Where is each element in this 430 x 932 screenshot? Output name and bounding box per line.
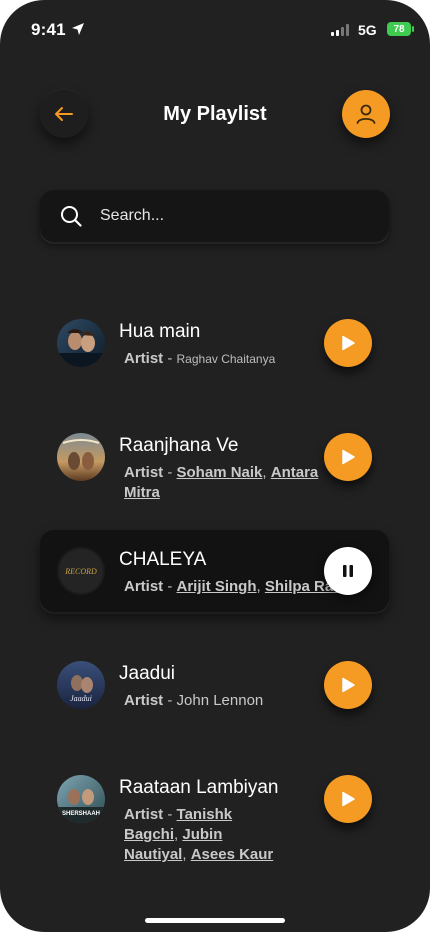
pause-icon xyxy=(343,565,353,577)
artist-link[interactable]: Nautiyal xyxy=(124,846,182,863)
artist-line: Artist - Tanishk Bagchi, Jubin Nautiyal, A… xyxy=(124,806,274,863)
play-icon xyxy=(342,335,355,351)
play-icon xyxy=(342,449,355,465)
album-cover xyxy=(57,319,105,367)
artist-link[interactable]: Antara xyxy=(271,464,319,481)
artist-link[interactable]: Arijit Singh xyxy=(177,578,257,595)
cover-text: SHERSHAAH xyxy=(62,811,100,817)
song-item-chaleya[interactable]: RECORD CHALEYA Artist - Arijit Singh, Sh… xyxy=(40,530,389,612)
artist-line: Artist - John Lennon xyxy=(124,692,264,709)
artist-label: Artist xyxy=(124,464,164,481)
artist-link[interactable]: Jubin xyxy=(182,826,222,843)
phone-screen: 9:41 5G 78 My Playlist Search... Hua mai… xyxy=(0,0,430,932)
search-input[interactable] xyxy=(98,206,352,226)
play-button[interactable] xyxy=(324,319,372,367)
user-icon xyxy=(356,104,376,124)
artist-link[interactable]: Mitra xyxy=(124,484,160,501)
status-time: 9:41 xyxy=(31,20,66,39)
song-item-hua-main[interactable]: Hua main Artist - Raghav Chaitanya xyxy=(40,302,389,384)
profile-button[interactable] xyxy=(342,90,390,138)
play-button[interactable] xyxy=(324,661,372,709)
artist-name: John Lennon xyxy=(176,692,264,709)
artist-label: Artist xyxy=(124,578,164,595)
status-bar: 9:41 5G 78 xyxy=(0,0,430,60)
song-title: Raataan Lambiyan xyxy=(119,777,279,798)
play-icon xyxy=(342,791,355,807)
search-bar xyxy=(40,190,389,242)
artist-link[interactable]: Soham Naik xyxy=(177,464,263,481)
song-title: Jaadui xyxy=(119,663,175,684)
pause-button[interactable] xyxy=(324,547,372,595)
artist-name: Raghav Chaitanya xyxy=(176,352,276,366)
artist-label: Artist xyxy=(124,350,164,367)
artist-label: Artist xyxy=(124,692,164,709)
song-item-raanjhana-ve[interactable]: Raanjhana Ve Artist - Soham Naik, Antara… xyxy=(40,416,389,501)
cover-text: Jaadui xyxy=(70,694,92,703)
network-type: 5G xyxy=(358,22,377,38)
artist-line: Artist - Soham Naik, Antara Mitra xyxy=(124,464,319,501)
song-item-jaadui[interactable]: Jaadui Jaadui Artist - John Lennon xyxy=(40,644,389,726)
album-cover: Jaadui xyxy=(57,661,105,709)
play-button[interactable] xyxy=(324,433,372,481)
play-button[interactable] xyxy=(324,775,372,823)
artist-label: Artist xyxy=(124,806,164,823)
song-title: CHALEYA xyxy=(119,549,207,570)
album-cover: RECORD xyxy=(57,547,105,595)
cover-text: RECORD xyxy=(64,567,97,576)
search-icon xyxy=(61,206,82,227)
play-icon xyxy=(342,677,355,693)
artist-link[interactable]: Tanishk xyxy=(177,806,233,823)
song-title: Raanjhana Ve xyxy=(119,435,239,456)
song-title: Hua main xyxy=(119,321,201,342)
album-cover: SHERSHAAH xyxy=(57,775,105,823)
artist-link[interactable]: Bagchi xyxy=(124,826,174,843)
signal-icon xyxy=(331,24,349,36)
battery-level: 78 xyxy=(393,23,405,35)
artist-link[interactable]: Asees Kaur xyxy=(191,846,274,863)
song-item-raataan-lambiyan[interactable]: SHERSHAAH Raataan Lambiyan Artist - Tani… xyxy=(40,758,389,868)
album-cover xyxy=(57,433,105,481)
location-arrow-icon xyxy=(72,23,84,35)
battery-icon: 78 xyxy=(387,22,414,36)
home-indicator[interactable] xyxy=(145,918,285,923)
artist-line: Artist - Raghav Chaitanya xyxy=(124,350,276,367)
